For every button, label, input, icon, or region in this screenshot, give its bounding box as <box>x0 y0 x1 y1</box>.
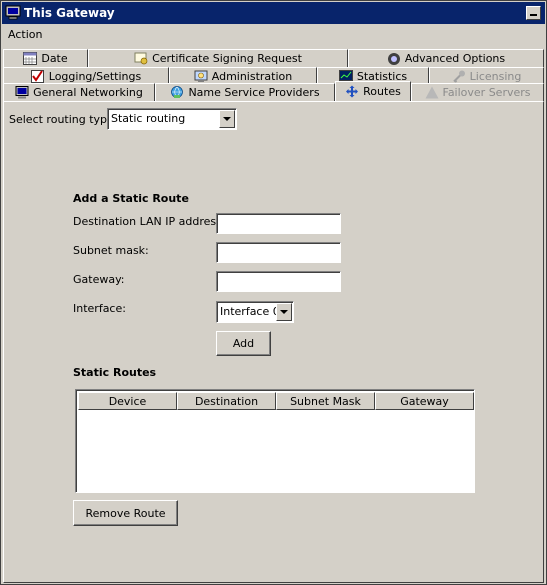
tab-general-networking[interactable]: General Networking <box>3 83 155 101</box>
menu-bar: Action <box>2 25 545 45</box>
add-button-label: Add <box>232 337 255 350</box>
advanced-options-icon <box>387 53 400 65</box>
tab-failover-servers-label: Failover Servers <box>442 86 531 99</box>
tab-licensing-label: Licensing <box>469 70 522 83</box>
subnet-mask-input[interactable] <box>216 242 341 263</box>
tab-routes-label: Routes <box>363 85 401 98</box>
routing-type-value: Static routing <box>111 112 186 125</box>
tab-date-label: Date <box>41 52 68 65</box>
calendar-icon <box>23 52 38 65</box>
tab-name-service-providers[interactable]: Name Service Providers <box>155 83 335 101</box>
remove-route-button[interactable]: Remove Route <box>73 500 178 526</box>
tab-date[interactable]: Date <box>3 49 88 67</box>
tab-administration-label: Administration <box>211 70 293 83</box>
add-static-route-heading: Add a Static Route <box>73 192 189 205</box>
tab-advanced-options[interactable]: Advanced Options <box>348 49 544 67</box>
minimize-button[interactable] <box>526 6 541 20</box>
column-header-device[interactable]: Device <box>78 392 177 410</box>
window-title: This Gateway <box>24 6 115 20</box>
certificate-icon <box>134 52 148 65</box>
routing-type-select[interactable]: Static routing <box>107 108 237 130</box>
routes-icon <box>346 85 359 98</box>
menu-action[interactable]: Action <box>8 28 42 42</box>
interface-value: Interface 0 <box>220 305 280 318</box>
checkmark-icon <box>30 70 44 83</box>
routes-panel: Select routing type Static routing Add a… <box>3 101 544 583</box>
gateway-window: This Gateway Action Date Certificate Sig… <box>0 0 547 585</box>
add-button[interactable]: Add <box>216 331 271 356</box>
column-header-gateway[interactable]: Gateway <box>375 392 474 410</box>
computer-icon <box>5 5 21 20</box>
gateway-label: Gateway: <box>73 273 125 286</box>
network-icon <box>171 86 184 98</box>
routing-type-label: Select routing type <box>9 113 114 126</box>
interface-dropdown-button[interactable] <box>276 303 292 321</box>
administration-icon <box>194 70 208 82</box>
computer-icon <box>15 86 29 99</box>
tab-general-networking-label: General Networking <box>33 86 143 99</box>
gateway-input[interactable] <box>216 271 341 292</box>
failover-icon <box>425 86 438 99</box>
tab-advanced-options-label: Advanced Options <box>404 52 506 65</box>
static-routes-table[interactable]: Device Destination Subnet Mask Gateway <box>75 389 475 493</box>
static-routes-heading: Static Routes <box>73 366 157 379</box>
interface-select[interactable]: Interface 0 <box>216 301 294 323</box>
tab-routes[interactable]: Routes <box>335 81 411 101</box>
subnet-mask-label: Subnet mask: <box>73 244 149 257</box>
tab-certificate-signing-request-label: Certificate Signing Request <box>152 52 302 65</box>
title-bar[interactable]: This Gateway <box>2 2 545 24</box>
tab-failover-servers[interactable]: Failover Servers <box>411 83 544 101</box>
destination-label: Destination LAN IP address: <box>73 215 226 228</box>
routing-type-dropdown-button[interactable] <box>219 110 235 128</box>
key-icon <box>452 70 465 83</box>
tab-name-service-providers-label: Name Service Providers <box>188 86 320 99</box>
minimize-icon <box>530 14 537 16</box>
interface-label: Interface: <box>73 302 126 315</box>
tab-logging-settings-label: Logging/Settings <box>48 70 142 83</box>
chevron-down-icon <box>223 117 231 121</box>
chevron-down-icon <box>280 310 288 314</box>
table-header: Device Destination Subnet Mask Gateway <box>78 392 474 410</box>
remove-route-button-label: Remove Route <box>85 506 166 520</box>
tab-certificate-signing-request[interactable]: Certificate Signing Request <box>88 49 348 67</box>
destination-input[interactable] <box>216 213 341 234</box>
column-header-subnet-mask[interactable]: Subnet Mask <box>276 392 375 410</box>
column-header-destination[interactable]: Destination <box>177 392 276 410</box>
